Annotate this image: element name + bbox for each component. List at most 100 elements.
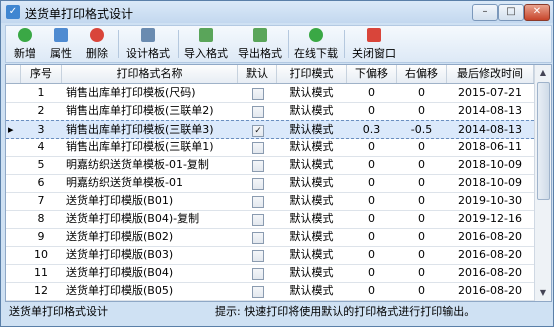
grid-header: 序号 打印格式名称 默认 打印模式 下偏移 右偏移 最后修改时间 [6, 65, 534, 84]
scroll-thumb[interactable] [537, 82, 550, 200]
cell-no: 11 [34, 266, 48, 279]
new-label: 新增 [14, 47, 36, 60]
default-checkbox[interactable] [252, 160, 264, 172]
design-icon [141, 28, 155, 42]
table-row[interactable]: 6 明嘉纺织送货单模板-01 默认模式 0 0 2018-10-09 [6, 174, 534, 193]
cell-down-offset: 0.3 [362, 123, 381, 136]
delete-button[interactable]: 删除 [80, 28, 114, 60]
cell-mode: 默认模式 [289, 284, 334, 297]
cell-no: 9 [37, 230, 45, 243]
vertical-scrollbar[interactable]: ▲ ▼ [534, 65, 551, 301]
close-window-button[interactable]: 关闭窗口 [346, 28, 402, 60]
cell-down-offset: 0 [368, 158, 375, 171]
cell-mode: 默认模式 [289, 194, 334, 207]
header-mode[interactable]: 打印模式 [277, 65, 347, 83]
toolbar-separator [118, 30, 119, 58]
table-row[interactable]: 7 送货单打印模版(B01) 默认模式 0 0 2019-10-30 [6, 192, 534, 211]
default-checkbox[interactable] [252, 268, 264, 280]
new-button[interactable]: 新增 [8, 28, 42, 60]
table-row[interactable]: 4 销售出库单打印模板(三联单1) 默认模式 0 0 2018-06-11 [6, 138, 534, 157]
cell-down-offset: 0 [368, 212, 375, 225]
status-hint: 提示: 快速打印将使用默认的打印格式进行打印输出。 [215, 305, 476, 318]
status-bar: 送货单打印格式设计 提示: 快速打印将使用默认的打印格式进行打印输出。 [5, 302, 550, 322]
scroll-up-icon[interactable]: ▲ [535, 65, 551, 81]
cell-right-offset: 0 [418, 104, 425, 117]
cell-no: 7 [37, 194, 45, 207]
cell-modified: 2016-08-20 [458, 230, 522, 243]
cell-name: 明嘉纺织送货单模板-01-复制 [66, 158, 209, 171]
cell-name: 送货单打印模版(B01) [66, 194, 174, 207]
export-format-label: 导出格式 [238, 47, 282, 60]
cell-down-offset: 0 [368, 194, 375, 207]
table-row[interactable]: 11 送货单打印模版(B04) 默认模式 0 0 2016-08-20 [6, 264, 534, 283]
online-download-button[interactable]: 在线下载 [290, 28, 342, 60]
table-row[interactable]: 5 明嘉纺织送货单模板-01-复制 默认模式 0 0 2018-10-09 [6, 156, 534, 175]
cell-no: 3 [37, 123, 45, 136]
cell-name: 送货单打印模版(B03) [66, 248, 174, 261]
cell-mode: 默认模式 [289, 266, 334, 279]
default-checkbox[interactable] [252, 196, 264, 208]
default-checkbox[interactable] [252, 214, 264, 226]
format-grid: 序号 打印格式名称 默认 打印模式 下偏移 右偏移 最后修改时间 1 销售出库单打… [5, 64, 552, 302]
table-row[interactable]: 1 销售出库单打印模板(尺码) 默认模式 0 0 2015-07-21 [6, 84, 534, 103]
toolbar: 新增 属性 删除 设计格式 导入格式 导出格式 在线下载 关闭窗口 [5, 25, 552, 63]
cell-no: 10 [34, 248, 48, 261]
table-row[interactable]: 9 送货单打印模版(B02) 默认模式 0 0 2016-08-20 [6, 228, 534, 247]
cell-no: 5 [37, 158, 45, 171]
header-no[interactable]: 序号 [21, 65, 62, 83]
cell-down-offset: 0 [368, 230, 375, 243]
table-row[interactable]: 12 送货单打印模版(B05) 默认模式 0 0 2016-08-20 [6, 282, 534, 301]
export-format-button[interactable]: 导出格式 [234, 28, 286, 60]
cell-mode: 默认模式 [289, 86, 334, 99]
cell-mode: 默认模式 [289, 104, 334, 117]
cell-mode: 默认模式 [289, 248, 334, 261]
toolbar-separator [288, 30, 289, 58]
header-right-offset[interactable]: 右偏移 [397, 65, 447, 83]
table-row[interactable]: ▸ 3 销售出库单打印模板(三联单3) ✓ 默认模式 0.3 -0.5 2014-08-13 [6, 120, 534, 139]
online-download-label: 在线下载 [294, 47, 338, 60]
table-row[interactable]: 10 送货单打印模版(B03) 默认模式 0 0 2016-08-20 [6, 246, 534, 265]
cell-down-offset: 0 [368, 284, 375, 297]
header-default[interactable]: 默认 [238, 65, 277, 83]
cell-modified: 2016-08-20 [458, 284, 522, 297]
cell-right-offset: 0 [418, 212, 425, 225]
import-format-button[interactable]: 导入格式 [180, 28, 232, 60]
window-title: 送货单打印格式设计 [25, 7, 134, 21]
cell-modified: 2018-06-11 [458, 140, 522, 153]
cell-modified: 2018-10-09 [458, 176, 522, 189]
header-name[interactable]: 打印格式名称 [62, 65, 238, 83]
delete-icon [90, 28, 104, 42]
cell-right-offset: 0 [418, 284, 425, 297]
cell-right-offset: 0 [418, 266, 425, 279]
main-window: ✓ 送货单打印格式设计 – □ ✕ 新增 属性 删除 设计格式 导入格式 导出格… [0, 0, 554, 327]
table-row[interactable]: 2 销售出库单打印模板(三联单2) 默认模式 0 0 2014-08-13 [6, 102, 534, 121]
minimize-button[interactable]: – [472, 4, 498, 21]
header-down-offset[interactable]: 下偏移 [347, 65, 397, 83]
default-checkbox[interactable] [252, 142, 264, 154]
default-checkbox[interactable] [252, 178, 264, 190]
maximize-button[interactable]: □ [498, 4, 524, 21]
default-checkbox[interactable]: ✓ [252, 125, 264, 137]
table-row[interactable]: 8 送货单打印模版(B04)-复制 默认模式 0 0 2019-12-16 [6, 210, 534, 229]
scroll-down-icon[interactable]: ▼ [535, 285, 551, 301]
properties-label: 属性 [50, 47, 72, 60]
cell-mode: 默认模式 [289, 140, 334, 153]
properties-button[interactable]: 属性 [44, 28, 78, 60]
cell-name: 送货单打印模版(B02) [66, 230, 174, 243]
design-format-button[interactable]: 设计格式 [122, 28, 174, 60]
default-checkbox[interactable] [252, 250, 264, 262]
cell-modified: 2016-08-20 [458, 248, 522, 261]
toolbar-separator [344, 30, 345, 58]
default-checkbox[interactable] [252, 106, 264, 118]
app-icon: ✓ [6, 5, 20, 19]
close-window-icon [367, 28, 381, 42]
default-checkbox[interactable] [252, 286, 264, 298]
default-checkbox[interactable] [252, 88, 264, 100]
cell-no: 4 [37, 140, 45, 153]
cell-right-offset: 0 [418, 194, 425, 207]
cell-name: 销售出库单打印模板(三联单2) [66, 104, 214, 117]
cell-modified: 2014-08-13 [458, 104, 522, 117]
close-button[interactable]: ✕ [524, 4, 550, 21]
default-checkbox[interactable] [252, 232, 264, 244]
header-modified[interactable]: 最后修改时间 [447, 65, 534, 83]
